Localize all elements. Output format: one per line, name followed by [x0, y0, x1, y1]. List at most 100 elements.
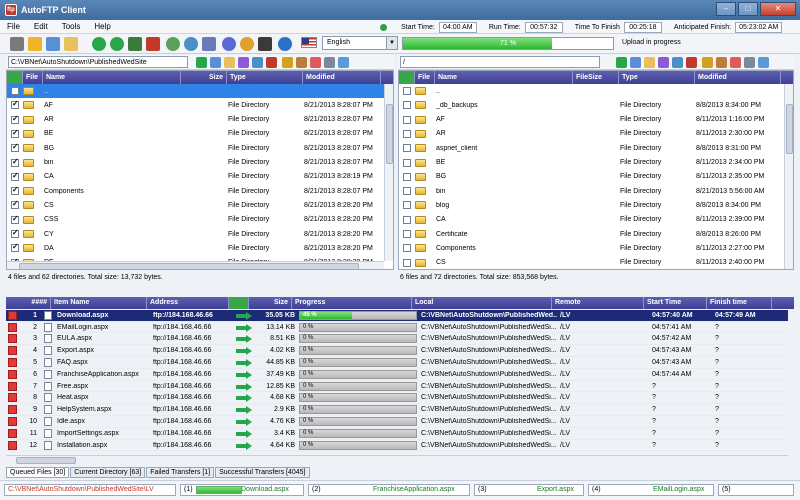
queue-row[interactable]: 8 Heat.aspx ftp://184.168.46.66 4.68 KB 0 % C…	[6, 393, 788, 405]
queue-row[interactable]: 4 Export.aspx ftp://184.168.46.66 4.02 KB 0 …	[6, 345, 788, 357]
queue-col-local[interactable]: Local	[412, 297, 552, 309]
menu-tools[interactable]: Tools	[55, 22, 88, 31]
file-checkbox[interactable]	[11, 214, 19, 224]
file-row[interactable]: BG File Directory 8/21/2013 8:28:07 PM	[7, 141, 393, 155]
menu-file[interactable]: File	[0, 22, 27, 31]
queue-horizontal-scrollbar[interactable]	[6, 455, 788, 465]
file-checkbox[interactable]	[403, 258, 411, 267]
local-up-icon[interactable]	[196, 57, 207, 68]
file-checkbox[interactable]	[403, 101, 411, 110]
queue-row[interactable]: 3 EULA.aspx ftp://184.168.46.66 8.51 KB 0 % C…	[6, 334, 788, 346]
local-scroll-thumb[interactable]	[386, 104, 393, 164]
queue-row[interactable]: 12 Installation.aspx ftp://184.168.46.66 4.…	[6, 440, 788, 452]
file-row[interactable]: AF File Directory 8/21/2013 8:28:07 PM	[7, 98, 393, 112]
menu-edit[interactable]: Edit	[27, 22, 55, 31]
local-col-size[interactable]: Size	[181, 71, 227, 84]
local-up-folder-icon[interactable]	[7, 71, 23, 84]
file-checkbox[interactable]	[403, 172, 411, 181]
local-view-icon[interactable]	[238, 57, 249, 68]
remote-col-name[interactable]: Name	[435, 71, 573, 84]
file-row[interactable]: Certificate File Directory 8/8/2013 8:26:0…	[399, 227, 793, 241]
file-checkbox[interactable]	[403, 115, 411, 124]
connect-icon[interactable]	[10, 37, 24, 51]
queue-col-finish[interactable]: Finish time	[707, 297, 772, 309]
grid-icon[interactable]	[202, 37, 216, 51]
local-transfer-icon[interactable]	[282, 57, 293, 68]
queue-col-item[interactable]: Item Name	[51, 297, 147, 309]
monitor-icon[interactable]	[258, 37, 272, 51]
sync-icon[interactable]	[166, 37, 180, 51]
tab-current-directory[interactable]: Current Directory [63]	[70, 467, 146, 478]
file-checkbox[interactable]	[403, 230, 411, 238]
queue-row[interactable]: 5 FAQ.aspx ftp://184.168.46.66 44.85 KB 0 % C…	[6, 357, 788, 369]
queue-col-address[interactable]: Address	[147, 297, 229, 309]
remote-delete-icon[interactable]	[730, 57, 741, 68]
remote-new-folder-icon[interactable]	[644, 57, 655, 68]
tab-queued-files[interactable]: Queued Files [30]	[6, 467, 70, 478]
schedule-icon[interactable]	[240, 37, 254, 51]
file-checkbox[interactable]	[11, 199, 19, 210]
remote-refresh-icon[interactable]	[672, 57, 683, 68]
remote-col-type[interactable]: Type	[619, 71, 695, 84]
queue-row[interactable]: 9 HelpSystem.aspx ftp://184.168.46.66 2.9 K…	[6, 404, 788, 416]
queue-row[interactable]: 6 FranchiseApplication.aspx ftp://184.168.…	[6, 369, 788, 381]
file-checkbox[interactable]	[403, 187, 411, 196]
info-icon[interactable]	[278, 37, 292, 51]
queue-col-size[interactable]: Size	[249, 297, 292, 309]
local-refresh-icon[interactable]	[252, 57, 263, 68]
local-edit-icon[interactable]	[296, 57, 307, 68]
tab-successful-transfers[interactable]: Successful Transfers [4045]	[215, 467, 310, 478]
local-new-folder-icon[interactable]	[224, 57, 235, 68]
local-hscroll-thumb[interactable]	[19, 263, 359, 269]
refresh-icon[interactable]	[184, 37, 198, 51]
file-checkbox[interactable]	[11, 87, 19, 95]
file-row[interactable]: CSS File Directory 8/21/2013 8:28:20 PM	[7, 213, 393, 227]
stop-icon[interactable]	[146, 37, 160, 51]
file-row[interactable]: BE File Directory 8/11/2013 2:34:00 PM	[399, 156, 793, 170]
file-row[interactable]: CY File Directory 8/21/2013 8:28:20 PM	[7, 227, 393, 241]
new-document-icon[interactable]	[46, 37, 60, 51]
file-checkbox[interactable]	[403, 158, 411, 167]
file-checkbox[interactable]	[11, 114, 19, 124]
file-row[interactable]: CA File Directory 8/11/2013 2:39:00 PM	[399, 213, 793, 227]
maximize-button[interactable]: □	[738, 2, 758, 16]
file-row[interactable]: _db_backups File Directory 8/8/2013 8:34:0…	[399, 98, 793, 112]
remote-properties-icon[interactable]	[744, 57, 755, 68]
queue-row[interactable]: 2 EMailLogin.aspx ftp://184.168.46.66 13.14…	[6, 322, 788, 334]
local-filter-icon[interactable]	[266, 57, 277, 68]
remote-col-modified[interactable]: Modified	[695, 71, 781, 84]
remote-col-size[interactable]: FileSize	[573, 71, 619, 84]
queue-col-direction-icon[interactable]	[229, 297, 249, 309]
queue-row[interactable]: 10 Idle.aspx ftp://184.168.46.66 4.76 KB 0 %…	[6, 416, 788, 428]
queue-icon[interactable]	[128, 37, 142, 51]
open-folder-icon[interactable]	[64, 37, 78, 51]
local-vertical-scrollbar[interactable]	[384, 84, 393, 261]
file-checkbox[interactable]	[403, 87, 411, 95]
queue-col-progress[interactable]: Progress	[292, 297, 412, 309]
menu-help[interactable]: Help	[87, 22, 117, 31]
file-row[interactable]: bin File Directory 8/21/2013 5:56:00 AM	[399, 184, 793, 198]
file-row[interactable]: Components File Directory 8/11/2013 2:27:0…	[399, 241, 793, 255]
settings-icon[interactable]	[222, 37, 236, 51]
file-checkbox[interactable]	[403, 201, 411, 210]
local-col-type[interactable]: Type	[227, 71, 303, 84]
remote-up-folder-icon[interactable]	[399, 71, 415, 84]
close-button[interactable]: ✕	[760, 2, 796, 16]
file-row[interactable]: DA File Directory 8/21/2013 8:28:20 PM	[7, 241, 393, 255]
remote-col-file[interactable]: File	[415, 71, 435, 84]
file-checkbox[interactable]	[11, 228, 19, 238]
remote-up-icon[interactable]	[616, 57, 627, 68]
remote-vertical-scrollbar[interactable]	[784, 84, 793, 269]
queue-col-num[interactable]: ####	[6, 297, 51, 309]
queue-row[interactable]: 7 Free.aspx ftp://184.168.46.66 12.85 KB 0 %…	[6, 381, 788, 393]
local-sort-icon[interactable]	[338, 57, 349, 68]
file-row[interactable]: CS File Directory 8/21/2013 8:28:20 PM	[7, 198, 393, 212]
file-checkbox[interactable]	[11, 157, 19, 167]
file-row[interactable]: bin File Directory 8/21/2013 8:28:07 PM	[7, 156, 393, 170]
local-col-name[interactable]: Name	[43, 71, 181, 84]
file-row[interactable]: BE File Directory 8/21/2013 8:28:07 PM	[7, 127, 393, 141]
file-row[interactable]: ..	[7, 84, 393, 98]
local-col-file[interactable]: File	[23, 71, 43, 84]
file-row[interactable]: blog File Directory 8/8/2013 8:34:00 PM	[399, 198, 793, 212]
file-checkbox[interactable]	[403, 144, 411, 153]
